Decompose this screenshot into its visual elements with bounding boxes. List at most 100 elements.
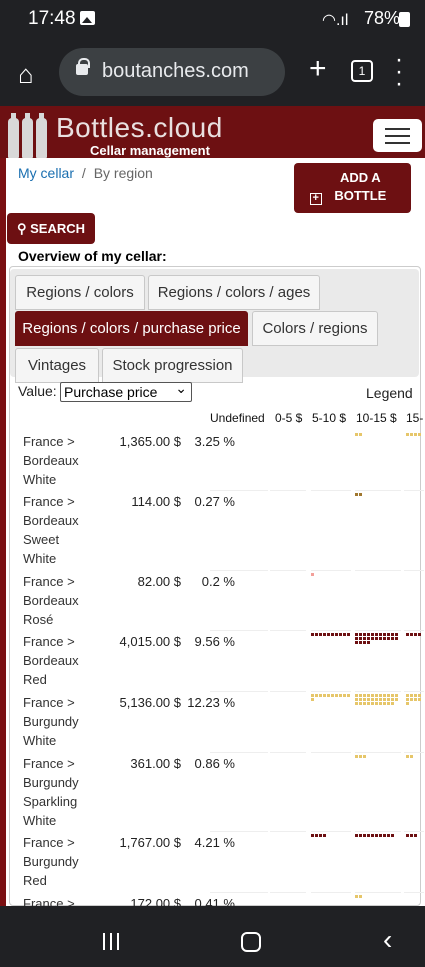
tab-vintages[interactable]: Vintages bbox=[15, 348, 99, 383]
row-divider bbox=[404, 570, 424, 571]
purchase-amount: 1,365.00 $ bbox=[119, 434, 181, 449]
region-name: France > Burgundy White bbox=[23, 693, 93, 750]
home-button-icon[interactable] bbox=[241, 932, 261, 952]
purchase-amount: 4,015.00 $ bbox=[119, 634, 181, 649]
bottle-dot bbox=[410, 834, 413, 837]
more-menu-icon[interactable]: · · · bbox=[395, 48, 403, 96]
bottle-dot bbox=[359, 433, 362, 436]
bottle-dot bbox=[418, 698, 421, 701]
bottle-dot bbox=[371, 633, 374, 636]
bottle-dot bbox=[343, 633, 346, 636]
value-select[interactable]: Purchase price bbox=[60, 379, 192, 402]
add-bottle-label: ADD A BOTTLE bbox=[334, 170, 387, 203]
region-name: France > bbox=[23, 894, 93, 906]
bottle-dot bbox=[391, 633, 394, 636]
tab-stock-progression[interactable]: Stock progression bbox=[102, 348, 243, 383]
bottle-dot bbox=[387, 694, 390, 697]
row-divider bbox=[355, 892, 401, 893]
bottle-dot bbox=[359, 493, 362, 496]
bottle-dot bbox=[379, 698, 382, 701]
status-bar: 17:48 ◠.ıl 78% bbox=[0, 0, 425, 38]
bottle-dot bbox=[355, 694, 358, 697]
search-label: SEARCH bbox=[30, 221, 86, 236]
row-divider bbox=[311, 691, 351, 692]
region-name-part: France > bbox=[23, 835, 75, 850]
bottle-dot bbox=[331, 633, 334, 636]
region-name-part: White bbox=[23, 472, 57, 487]
bottle-dot bbox=[355, 834, 358, 837]
region-name-part: Bordeaux bbox=[23, 653, 79, 668]
bottle-dot bbox=[414, 834, 417, 837]
back-icon[interactable]: ‹ bbox=[383, 926, 392, 954]
bottle-dot bbox=[379, 637, 382, 640]
system-nav-bar: ‹ bbox=[0, 906, 425, 967]
tab-regions-colors[interactable]: Regions / colors bbox=[15, 275, 145, 310]
tab-colors-regions[interactable]: Colors / regions bbox=[252, 311, 378, 346]
row-divider bbox=[210, 752, 268, 753]
tab-regions-colors-purchase-price[interactable]: Regions / colors / purchase price bbox=[15, 311, 248, 346]
purchase-percent: 0.27 % bbox=[194, 494, 235, 509]
row-divider bbox=[270, 570, 306, 571]
purchase-percent: 0.2 % bbox=[201, 574, 235, 589]
add-bottle-button[interactable]: + ADD A BOTTLE bbox=[294, 163, 411, 213]
row-divider bbox=[270, 892, 306, 893]
row-divider bbox=[311, 752, 351, 753]
row-divider bbox=[270, 752, 306, 753]
bottle-dot bbox=[375, 702, 378, 705]
region-name-part: Red bbox=[23, 672, 47, 687]
tab-switcher-button[interactable]: 1 bbox=[351, 60, 373, 82]
bottle-dot bbox=[418, 633, 421, 636]
column-header-10-15: 10-15 $ bbox=[356, 411, 397, 425]
wifi-signal-icon: ◠.ıl bbox=[322, 12, 349, 29]
recent-apps-icon[interactable] bbox=[103, 933, 121, 950]
bottle-dot bbox=[383, 637, 386, 640]
row-divider bbox=[270, 630, 306, 631]
purchase-amount: 5,136.00 $ bbox=[119, 695, 181, 710]
row-divider bbox=[270, 691, 306, 692]
bottle-dot bbox=[367, 633, 370, 636]
bottle-dot bbox=[363, 694, 366, 697]
bottle-dot bbox=[327, 694, 330, 697]
address-bar[interactable]: boutanches.com bbox=[59, 48, 285, 96]
region-name-part: Rosé bbox=[23, 612, 54, 627]
bottle-dot bbox=[315, 633, 318, 636]
search-icon: ⚲ bbox=[16, 221, 27, 236]
bottle-dot bbox=[391, 834, 394, 837]
bottle-dot bbox=[414, 694, 417, 697]
overview-title: Overview of my cellar: bbox=[18, 248, 167, 264]
hamburger-menu-button[interactable] bbox=[373, 119, 422, 152]
browser-toolbar: ⌂ boutanches.com + 1 · · · bbox=[0, 38, 425, 106]
bottle-dot bbox=[311, 694, 314, 697]
region-name-part: Bordeaux bbox=[23, 513, 79, 528]
tab-regions-colors-ages[interactable]: Regions / colors / ages bbox=[148, 275, 320, 310]
row-divider bbox=[210, 691, 268, 692]
bottle-dot bbox=[395, 633, 398, 636]
bottle-dot bbox=[359, 702, 362, 705]
region-name: France > Bordeaux White bbox=[23, 432, 93, 489]
bottle-dot bbox=[387, 834, 390, 837]
bottle-dot bbox=[371, 702, 374, 705]
purchase-amount: 361.00 $ bbox=[130, 756, 181, 771]
bottle-dot bbox=[414, 433, 417, 436]
home-icon[interactable]: ⌂ bbox=[18, 59, 34, 90]
region-name-part: White bbox=[23, 813, 57, 828]
row-divider bbox=[404, 630, 424, 631]
bottle-dot bbox=[339, 694, 342, 697]
battery-icon bbox=[399, 12, 410, 27]
bottle-dot bbox=[383, 834, 386, 837]
bottle-dot bbox=[363, 702, 366, 705]
bottle-dot bbox=[383, 702, 386, 705]
region-name-part: France > bbox=[23, 695, 75, 710]
region-name-part: France > bbox=[23, 434, 75, 449]
legend-link[interactable]: Legend bbox=[366, 385, 413, 401]
breadcrumb-home-link[interactable]: My cellar bbox=[18, 165, 74, 181]
region-name-part: France > bbox=[23, 756, 75, 771]
row-divider bbox=[210, 630, 268, 631]
new-tab-icon[interactable]: + bbox=[309, 54, 327, 84]
clock: 17:48 bbox=[28, 8, 76, 29]
row-divider bbox=[210, 892, 268, 893]
bottle-dot bbox=[410, 633, 413, 636]
bottle-dot bbox=[410, 755, 413, 758]
bottle-dot bbox=[327, 633, 330, 636]
search-button[interactable]: ⚲ SEARCH bbox=[7, 213, 95, 244]
